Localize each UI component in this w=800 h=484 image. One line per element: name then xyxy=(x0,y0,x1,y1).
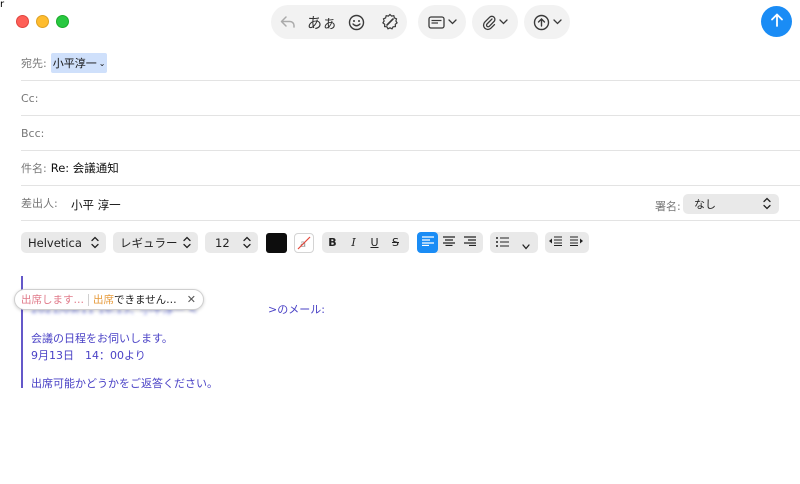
quote-header-suffix: >のメール: xyxy=(268,303,325,316)
send-button[interactable] xyxy=(761,6,792,37)
emoji-button[interactable] xyxy=(339,5,373,39)
compose-tools-group: あぁ xyxy=(271,5,407,39)
text-color-well[interactable] xyxy=(266,233,287,253)
suggestion-attend[interactable]: 出席します… xyxy=(21,292,84,307)
emoji-icon xyxy=(348,14,365,31)
photo-browser-group xyxy=(524,5,570,39)
font-weight-value: レギュラー xyxy=(120,235,178,250)
align-center-icon xyxy=(442,236,455,249)
title-bar: r あぁ xyxy=(0,0,800,46)
from-value[interactable]: 小平 淳一 xyxy=(71,197,121,213)
suggestion-divider xyxy=(88,293,89,306)
cc-label: Cc: xyxy=(21,91,39,105)
background-color-button[interactable]: a xyxy=(294,233,314,253)
align-right-button[interactable] xyxy=(459,232,480,253)
align-center-button[interactable] xyxy=(438,232,459,253)
format-text-icon: あぁ xyxy=(306,13,337,32)
chevron-down-icon: ⌄ xyxy=(98,58,106,68)
close-window-button[interactable] xyxy=(16,15,29,28)
reply-icon xyxy=(280,15,296,29)
indent-group xyxy=(545,232,589,253)
font-size-value: 12 xyxy=(215,235,230,250)
chevron-down-icon xyxy=(522,239,530,253)
underline-button[interactable]: U xyxy=(364,232,385,253)
updown-chevron-icon xyxy=(763,197,771,213)
suggestion-decline-rest: できません… xyxy=(114,294,177,306)
text-style-group: B I U S xyxy=(322,232,409,253)
bullet-list-icon xyxy=(496,236,509,250)
suggestion-decline[interactable]: 出席できません… xyxy=(93,292,177,307)
decrease-indent-button[interactable] xyxy=(545,232,566,253)
subject-label: 件名: xyxy=(21,162,47,175)
attach-button[interactable] xyxy=(472,5,518,39)
signature-value: なし xyxy=(694,198,716,211)
suggestion-decline-highlight: 出席 xyxy=(93,294,114,306)
chevron-down-icon xyxy=(447,19,457,25)
corner-mark: r xyxy=(0,0,5,10)
smart-reply-suggestions: 出席します… 出席できません… ✕ xyxy=(14,289,204,310)
header-fields-icon xyxy=(427,15,445,29)
quote-line-3: 出席可能かどうかをご返答ください。 xyxy=(31,377,218,390)
reply-button[interactable] xyxy=(271,5,305,39)
font-family-select[interactable]: Helvetica xyxy=(21,232,106,253)
close-icon[interactable]: ✕ xyxy=(187,293,196,306)
minimize-window-button[interactable] xyxy=(36,15,49,28)
attach-group xyxy=(472,5,518,39)
signature-label: 署名: xyxy=(655,200,681,213)
from-label: 差出人: xyxy=(21,197,58,210)
font-family-value: Helvetica xyxy=(28,235,82,250)
bcc-field[interactable]: Bcc: xyxy=(21,116,800,151)
bcc-label: Bcc: xyxy=(21,126,45,140)
recipient-name: 小平淳一 xyxy=(52,57,97,70)
send-icon xyxy=(770,12,784,32)
align-left-button[interactable] xyxy=(417,232,438,253)
increase-indent-button[interactable] xyxy=(566,232,587,253)
align-left-icon xyxy=(421,236,434,249)
markup-button[interactable] xyxy=(373,5,407,39)
to-field[interactable]: 宛先: 小平淳一 ⌄ xyxy=(21,46,800,81)
strikethrough-button[interactable]: S xyxy=(385,232,406,253)
alignment-group xyxy=(417,232,483,253)
subject-field[interactable]: 件名: Re: 会議通知 xyxy=(21,151,800,186)
indent-icon xyxy=(570,236,583,249)
format-text-button[interactable]: あぁ xyxy=(305,5,339,39)
font-size-select[interactable]: 12 xyxy=(205,232,258,253)
subject-value: Re: 会議通知 xyxy=(50,161,119,175)
signature-select[interactable]: なし xyxy=(683,194,779,214)
list-style-select[interactable] xyxy=(490,232,538,253)
updown-chevron-icon xyxy=(183,236,191,252)
font-weight-select[interactable]: レギュラー xyxy=(113,232,198,253)
header-fields-button[interactable] xyxy=(418,5,466,39)
quote-line-2: 9月13日 14：00より xyxy=(31,349,146,362)
quote-line-1: 会議の日程をお伺いします。 xyxy=(31,332,173,345)
photo-browser-icon xyxy=(533,14,550,31)
recipient-token[interactable]: 小平淳一 ⌄ xyxy=(50,53,108,73)
updown-chevron-icon xyxy=(243,236,251,252)
attach-icon xyxy=(482,14,496,31)
italic-button[interactable]: I xyxy=(343,232,364,253)
header-fields-group xyxy=(418,5,466,39)
photo-browser-button[interactable] xyxy=(524,5,570,39)
align-right-icon xyxy=(463,236,476,249)
chevron-down-icon xyxy=(552,19,562,25)
updown-chevron-icon xyxy=(91,236,99,252)
markup-icon xyxy=(381,13,399,31)
chevron-down-icon xyxy=(499,19,508,25)
no-color-icon: a xyxy=(295,236,313,256)
outdent-icon xyxy=(549,236,562,249)
bold-button[interactable]: B xyxy=(322,232,343,253)
to-label: 宛先: xyxy=(21,57,47,70)
zoom-window-button[interactable] xyxy=(56,15,69,28)
cc-field[interactable]: Cc: xyxy=(21,81,800,116)
